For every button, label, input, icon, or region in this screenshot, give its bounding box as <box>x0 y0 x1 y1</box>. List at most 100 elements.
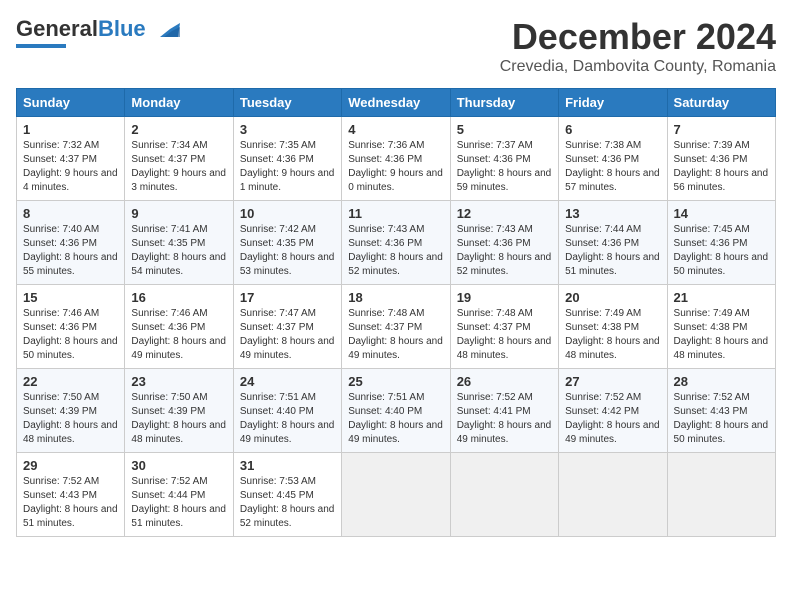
logo-text: GeneralBlue <box>16 16 146 42</box>
day-info: Sunrise: 7:50 AM Sunset: 4:39 PM Dayligh… <box>131 391 226 447</box>
day-info: Sunrise: 7:37 AM Sunset: 4:36 PM Dayligh… <box>457 139 552 195</box>
calendar-cell: 23 Sunrise: 7:50 AM Sunset: 4:39 PM Dayli… <box>125 369 233 453</box>
calendar-table: SundayMondayTuesdayWednesdayThursdayFrid… <box>16 88 776 537</box>
calendar-cell <box>559 453 667 537</box>
calendar-cell: 8 Sunrise: 7:40 AM Sunset: 4:36 PM Daylig… <box>17 201 125 285</box>
day-number: 9 <box>131 206 226 221</box>
day-number: 17 <box>240 290 335 305</box>
col-header-thursday: Thursday <box>450 89 558 117</box>
col-header-tuesday: Tuesday <box>233 89 341 117</box>
day-info: Sunrise: 7:41 AM Sunset: 4:35 PM Dayligh… <box>131 223 226 279</box>
day-info: Sunrise: 7:35 AM Sunset: 4:36 PM Dayligh… <box>240 139 335 195</box>
calendar-header-row: SundayMondayTuesdayWednesdayThursdayFrid… <box>17 89 776 117</box>
day-number: 25 <box>348 374 443 389</box>
day-info: Sunrise: 7:36 AM Sunset: 4:36 PM Dayligh… <box>348 139 443 195</box>
day-info: Sunrise: 7:52 AM Sunset: 4:43 PM Dayligh… <box>674 391 769 447</box>
day-number: 30 <box>131 458 226 473</box>
month-title: December 2024 <box>500 16 776 58</box>
day-number: 28 <box>674 374 769 389</box>
day-number: 2 <box>131 122 226 137</box>
calendar-cell: 19 Sunrise: 7:48 AM Sunset: 4:37 PM Dayli… <box>450 285 558 369</box>
calendar-cell: 22 Sunrise: 7:50 AM Sunset: 4:39 PM Dayli… <box>17 369 125 453</box>
day-info: Sunrise: 7:38 AM Sunset: 4:36 PM Dayligh… <box>565 139 660 195</box>
day-number: 31 <box>240 458 335 473</box>
day-info: Sunrise: 7:39 AM Sunset: 4:36 PM Dayligh… <box>674 139 769 195</box>
logo: GeneralBlue <box>16 16 180 48</box>
col-header-friday: Friday <box>559 89 667 117</box>
day-number: 18 <box>348 290 443 305</box>
calendar-cell: 28 Sunrise: 7:52 AM Sunset: 4:43 PM Dayli… <box>667 369 775 453</box>
col-header-saturday: Saturday <box>667 89 775 117</box>
logo-underline <box>16 44 66 48</box>
calendar-cell: 18 Sunrise: 7:48 AM Sunset: 4:37 PM Dayli… <box>342 285 450 369</box>
calendar-cell: 1 Sunrise: 7:32 AM Sunset: 4:37 PM Daylig… <box>17 117 125 201</box>
calendar-week-row: 8 Sunrise: 7:40 AM Sunset: 4:36 PM Daylig… <box>17 201 776 285</box>
day-info: Sunrise: 7:52 AM Sunset: 4:44 PM Dayligh… <box>131 475 226 531</box>
day-info: Sunrise: 7:44 AM Sunset: 4:36 PM Dayligh… <box>565 223 660 279</box>
calendar-cell <box>450 453 558 537</box>
logo-icon <box>150 19 180 39</box>
day-info: Sunrise: 7:48 AM Sunset: 4:37 PM Dayligh… <box>457 307 552 363</box>
calendar-week-row: 29 Sunrise: 7:52 AM Sunset: 4:43 PM Dayli… <box>17 453 776 537</box>
day-number: 12 <box>457 206 552 221</box>
day-info: Sunrise: 7:42 AM Sunset: 4:35 PM Dayligh… <box>240 223 335 279</box>
day-number: 11 <box>348 206 443 221</box>
calendar-cell: 9 Sunrise: 7:41 AM Sunset: 4:35 PM Daylig… <box>125 201 233 285</box>
day-number: 16 <box>131 290 226 305</box>
day-number: 8 <box>23 206 118 221</box>
day-number: 24 <box>240 374 335 389</box>
calendar-cell: 7 Sunrise: 7:39 AM Sunset: 4:36 PM Daylig… <box>667 117 775 201</box>
day-number: 3 <box>240 122 335 137</box>
day-number: 29 <box>23 458 118 473</box>
day-number: 4 <box>348 122 443 137</box>
calendar-cell: 21 Sunrise: 7:49 AM Sunset: 4:38 PM Dayli… <box>667 285 775 369</box>
calendar-cell <box>667 453 775 537</box>
calendar-week-row: 22 Sunrise: 7:50 AM Sunset: 4:39 PM Dayli… <box>17 369 776 453</box>
day-info: Sunrise: 7:40 AM Sunset: 4:36 PM Dayligh… <box>23 223 118 279</box>
day-number: 6 <box>565 122 660 137</box>
day-number: 22 <box>23 374 118 389</box>
day-info: Sunrise: 7:43 AM Sunset: 4:36 PM Dayligh… <box>348 223 443 279</box>
calendar-cell: 25Sunrise: 7:51 AM Sunset: 4:40 PM Dayli… <box>342 369 450 453</box>
calendar-cell: 29 Sunrise: 7:52 AM Sunset: 4:43 PM Dayli… <box>17 453 125 537</box>
day-number: 13 <box>565 206 660 221</box>
calendar-week-row: 15Sunrise: 7:46 AM Sunset: 4:36 PM Dayli… <box>17 285 776 369</box>
calendar-cell <box>342 453 450 537</box>
calendar-cell: 20Sunrise: 7:49 AM Sunset: 4:38 PM Dayli… <box>559 285 667 369</box>
day-number: 19 <box>457 290 552 305</box>
day-info: Sunrise: 7:52 AM Sunset: 4:42 PM Dayligh… <box>565 391 660 447</box>
calendar-cell: 24 Sunrise: 7:51 AM Sunset: 4:40 PM Dayli… <box>233 369 341 453</box>
day-info: Sunrise: 7:53 AM Sunset: 4:45 PM Dayligh… <box>240 475 335 531</box>
calendar-cell: 2Sunrise: 7:34 AM Sunset: 4:37 PM Daylig… <box>125 117 233 201</box>
day-info: Sunrise: 7:51 AM Sunset: 4:40 PM Dayligh… <box>240 391 335 447</box>
day-info: Sunrise: 7:46 AM Sunset: 4:36 PM Dayligh… <box>23 307 118 363</box>
day-number: 5 <box>457 122 552 137</box>
day-number: 14 <box>674 206 769 221</box>
day-info: Sunrise: 7:48 AM Sunset: 4:37 PM Dayligh… <box>348 307 443 363</box>
calendar-cell: 11 Sunrise: 7:43 AM Sunset: 4:36 PM Dayli… <box>342 201 450 285</box>
calendar-week-row: 1 Sunrise: 7:32 AM Sunset: 4:37 PM Daylig… <box>17 117 776 201</box>
day-info: Sunrise: 7:32 AM Sunset: 4:37 PM Dayligh… <box>23 139 118 195</box>
calendar-cell: 27Sunrise: 7:52 AM Sunset: 4:42 PM Dayli… <box>559 369 667 453</box>
day-info: Sunrise: 7:49 AM Sunset: 4:38 PM Dayligh… <box>674 307 769 363</box>
calendar-title-section: December 2024 Crevedia, Dambovita County… <box>500 16 776 76</box>
calendar-cell: 15Sunrise: 7:46 AM Sunset: 4:36 PM Dayli… <box>17 285 125 369</box>
calendar-cell: 3 Sunrise: 7:35 AM Sunset: 4:36 PM Daylig… <box>233 117 341 201</box>
day-info: Sunrise: 7:50 AM Sunset: 4:39 PM Dayligh… <box>23 391 118 447</box>
day-number: 10 <box>240 206 335 221</box>
calendar-cell: 17 Sunrise: 7:47 AM Sunset: 4:37 PM Dayli… <box>233 285 341 369</box>
calendar-cell: 10 Sunrise: 7:42 AM Sunset: 4:35 PM Dayli… <box>233 201 341 285</box>
day-info: Sunrise: 7:47 AM Sunset: 4:37 PM Dayligh… <box>240 307 335 363</box>
calendar-cell: 6 Sunrise: 7:38 AM Sunset: 4:36 PM Daylig… <box>559 117 667 201</box>
page-header: GeneralBlue December 2024 Crevedia, Damb… <box>16 16 776 76</box>
day-number: 1 <box>23 122 118 137</box>
calendar-cell: 30 Sunrise: 7:52 AM Sunset: 4:44 PM Dayli… <box>125 453 233 537</box>
day-info: Sunrise: 7:46 AM Sunset: 4:36 PM Dayligh… <box>131 307 226 363</box>
day-number: 21 <box>674 290 769 305</box>
day-number: 23 <box>131 374 226 389</box>
calendar-cell: 12Sunrise: 7:43 AM Sunset: 4:36 PM Dayli… <box>450 201 558 285</box>
day-number: 7 <box>674 122 769 137</box>
col-header-wednesday: Wednesday <box>342 89 450 117</box>
day-info: Sunrise: 7:49 AM Sunset: 4:38 PM Dayligh… <box>565 307 660 363</box>
day-info: Sunrise: 7:52 AM Sunset: 4:43 PM Dayligh… <box>23 475 118 531</box>
